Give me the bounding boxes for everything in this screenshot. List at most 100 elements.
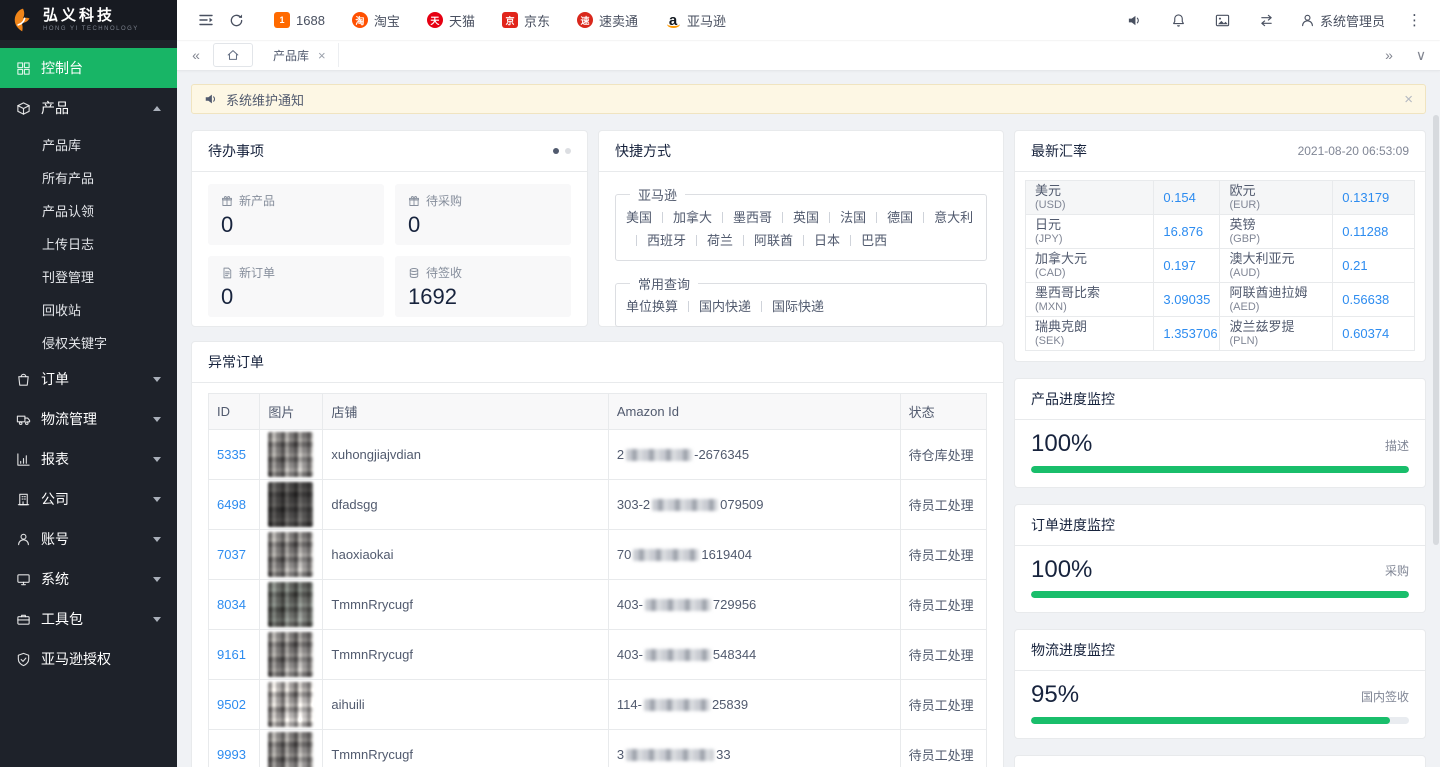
chevron-down-icon xyxy=(153,497,161,502)
shortcut-link-france[interactable]: 法国 xyxy=(840,210,866,225)
switch-icon[interactable] xyxy=(1256,9,1278,31)
order-id-link[interactable]: 8034 xyxy=(217,597,246,612)
shortcut-link-unit-convert[interactable]: 单位换算 xyxy=(626,299,678,314)
user-menu[interactable]: 系统管理员 xyxy=(1300,11,1385,30)
stat-new-orders[interactable]: 新订单 0 xyxy=(208,256,384,317)
sidebar-item-system[interactable]: 系统 xyxy=(0,559,177,599)
tabs-scroll-left-icon[interactable]: « xyxy=(187,48,205,62)
shortcut-link-spain[interactable]: 西班牙 xyxy=(647,233,686,248)
col-amazon-id: Amazon Id xyxy=(608,394,900,430)
link-tmall[interactable]: 天 天猫 xyxy=(427,11,475,30)
divider xyxy=(782,212,783,223)
shortcut-link-brazil[interactable]: 巴西 xyxy=(861,233,887,248)
bell-icon[interactable] xyxy=(1168,9,1190,31)
sidebar-item-label: 物流管理 xyxy=(41,409,97,429)
group-legend: 常用查询 xyxy=(630,274,698,293)
sidebar-subitem-upload-log[interactable]: 上传日志 xyxy=(0,227,177,260)
sidebar: 弘义科技 HONG YI TECHNOLOGY 控制台 产品 产品库 所有产品 … xyxy=(0,0,177,767)
order-id-link[interactable]: 9993 xyxy=(217,747,246,762)
more-icon[interactable]: ⋮ xyxy=(1407,11,1422,29)
order-id-link[interactable]: 7037 xyxy=(217,547,246,562)
product-image[interactable] xyxy=(268,732,313,767)
sidebar-item-console[interactable]: 控制台 xyxy=(0,48,177,88)
shop-name: xuhongjiajvdian xyxy=(331,447,421,462)
order-id-link[interactable]: 9161 xyxy=(217,647,246,662)
sidebar-item-toolkit[interactable]: 工具包 xyxy=(0,599,177,639)
carousel-dot[interactable] xyxy=(565,148,571,154)
shop-name: aihuili xyxy=(331,697,364,712)
sidebar-item-product[interactable]: 产品 xyxy=(0,88,177,128)
stat-to-sign[interactable]: 待签收 1692 xyxy=(395,256,571,317)
sidebar-item-label: 工具包 xyxy=(41,609,83,629)
notice-close-icon[interactable]: × xyxy=(1404,92,1413,107)
link-aliexpress[interactable]: 速 速卖通 xyxy=(577,11,638,30)
shortcuts-card-header: 快捷方式 xyxy=(599,131,1003,172)
order-status: 待员工处理 xyxy=(909,598,974,613)
col-id: ID xyxy=(209,394,260,430)
link-jd[interactable]: 京 京东 xyxy=(502,11,550,30)
link-amazon[interactable]: a 亚马逊 xyxy=(665,11,726,30)
order-id-link[interactable]: 6498 xyxy=(217,497,246,512)
shortcut-link-domestic-express[interactable]: 国内快递 xyxy=(699,299,751,314)
tabs-menu-icon[interactable]: ∨ xyxy=(1412,48,1430,62)
tab-home[interactable] xyxy=(213,43,253,67)
shortcut-link-uk[interactable]: 英国 xyxy=(793,210,819,225)
product-image[interactable] xyxy=(268,682,313,727)
product-image[interactable] xyxy=(268,632,313,677)
tabs-scroll-right-icon[interactable]: » xyxy=(1380,48,1398,62)
product-image[interactable] xyxy=(268,482,313,527)
sidebar-item-company[interactable]: 公司 xyxy=(0,479,177,519)
tab-product-library[interactable]: 产品库 × xyxy=(261,43,339,67)
sidebar-subitem-product-library[interactable]: 产品库 xyxy=(0,128,177,161)
shortcut-link-us[interactable]: 美国 xyxy=(626,210,652,225)
shortcut-link-italy[interactable]: 意大利 xyxy=(934,210,973,225)
sidebar-subitem-listing-management[interactable]: 刊登管理 xyxy=(0,260,177,293)
order-id-link[interactable]: 9502 xyxy=(217,697,246,712)
main-area: 1 1688 淘 淘宝 天 天猫 京 京东 速 速卖通 a 亚马逊 xyxy=(177,0,1440,767)
scrollbar-thumb[interactable] xyxy=(1433,115,1439,545)
rates-card-header: 最新汇率 2021-08-20 06:53:09 xyxy=(1015,131,1425,172)
link-taobao[interactable]: 淘 淘宝 xyxy=(352,11,400,30)
shortcut-link-uae[interactable]: 阿联酋 xyxy=(754,233,793,248)
shortcut-link-germany[interactable]: 德国 xyxy=(887,210,913,225)
shortcut-link-international-express[interactable]: 国际快递 xyxy=(772,299,824,314)
sidebar-item-amazon-auth[interactable]: 亚马逊授权 xyxy=(0,639,177,679)
order-status: 待员工处理 xyxy=(909,548,974,563)
shortcut-link-mexico[interactable]: 墨西哥 xyxy=(733,210,772,225)
table-row: 9993 TmmnRrycugf 333 待员工处理 xyxy=(209,730,987,767)
right-column: 最新汇率 2021-08-20 06:53:09 美元(USD) 0.154 欧… xyxy=(1014,130,1426,767)
sidebar-subitem-all-products[interactable]: 所有产品 xyxy=(0,161,177,194)
product-image[interactable] xyxy=(268,532,313,577)
sidebar-subitem-infringement-keywords[interactable]: 侵权关键字 xyxy=(0,326,177,359)
sidebar-subitem-recycle-bin[interactable]: 回收站 xyxy=(0,293,177,326)
sidebar-item-reports[interactable]: 报表 xyxy=(0,439,177,479)
monitor-card-order: 订单进度监控 100% 采购 xyxy=(1014,504,1426,614)
home-icon xyxy=(226,48,240,62)
close-icon[interactable]: × xyxy=(318,49,326,62)
shortcut-link-japan[interactable]: 日本 xyxy=(814,233,840,248)
sidebar-subitem-product-claim[interactable]: 产品认领 xyxy=(0,194,177,227)
todo-stats: 新产品 0 待采购 0 xyxy=(192,172,587,329)
link-1688[interactable]: 1 1688 xyxy=(274,12,325,28)
shortcut-link-netherlands[interactable]: 荷兰 xyxy=(707,233,733,248)
redacted-text xyxy=(626,749,714,761)
stat-to-purchase[interactable]: 待采购 0 xyxy=(395,184,571,245)
sidebar-collapse-icon[interactable] xyxy=(195,9,217,31)
refresh-icon[interactable] xyxy=(225,9,247,31)
sidebar-item-orders[interactable]: 订单 xyxy=(0,359,177,399)
col-status: 状态 xyxy=(900,394,986,430)
order-id-link[interactable]: 5335 xyxy=(217,447,246,462)
announcement-icon[interactable] xyxy=(1124,9,1146,31)
carousel-dot-active[interactable] xyxy=(553,148,559,154)
shortcut-link-canada[interactable]: 加拿大 xyxy=(673,210,712,225)
sidebar-item-label: 订单 xyxy=(41,369,69,389)
table-row: 9161 TmmnRrycugf 403-548344 待员工处理 xyxy=(209,630,987,680)
sidebar-item-logistics[interactable]: 物流管理 xyxy=(0,399,177,439)
sidebar-item-accounts[interactable]: 账号 xyxy=(0,519,177,559)
image-icon[interactable] xyxy=(1212,9,1234,31)
product-image[interactable] xyxy=(268,432,313,477)
scrollbar[interactable] xyxy=(1433,73,1439,765)
stat-new-products[interactable]: 新产品 0 xyxy=(208,184,384,245)
sidebar-menu: 控制台 产品 产品库 所有产品 产品认领 上传日志 刊登管理 回收站 侵权关键字… xyxy=(0,40,177,679)
product-image[interactable] xyxy=(268,582,313,627)
